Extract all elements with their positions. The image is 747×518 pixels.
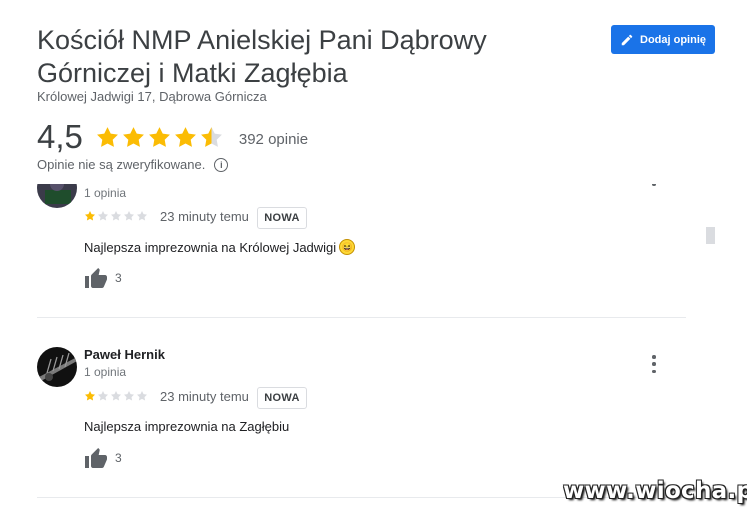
review-stars [84, 210, 148, 222]
like-count: 3 [115, 271, 122, 285]
like-button[interactable]: 3 [84, 267, 122, 289]
review-text-content: Najlepsza imprezownia na Zagłębiu [84, 419, 290, 434]
star-icon [111, 211, 121, 221]
star-icon [200, 126, 222, 147]
place-title: Kościół NMP Anielskiej Pani Dąbrowy Górn… [37, 25, 487, 88]
review-text: Najlepsza imprezownia na Zagłębiu [84, 419, 289, 434]
info-icon[interactable]: i [214, 157, 229, 172]
star-icon [85, 391, 95, 401]
star-icon [98, 391, 108, 401]
laughing-emoji-icon: 😆 [339, 239, 356, 255]
star-icon [137, 211, 147, 221]
pencil-icon [621, 34, 633, 45]
review-text: Najlepsza imprezownia na Królowej Jadwig… [84, 239, 356, 255]
reviewer-name[interactable]: Paweł Hernik [84, 347, 165, 362]
star-icon [98, 211, 108, 221]
divider [37, 317, 686, 318]
rating-stars [95, 125, 224, 150]
star-icon [174, 126, 196, 147]
review-count-link[interactable]: 392 opinie [239, 131, 308, 148]
star-icon [137, 391, 147, 401]
review-text-content: Najlepsza imprezownia na Królowej Jadwig… [84, 239, 337, 255]
new-badge: NOWA [257, 207, 307, 229]
verification-note: Opinie nie są zweryfikowane. i [37, 157, 229, 172]
star-icon [111, 391, 121, 401]
add-review-button[interactable]: Dodaj opinię [611, 25, 715, 54]
like-button[interactable]: 3 [84, 447, 122, 469]
star-icon [122, 126, 144, 147]
rating-summary: 4,5 392 opinie [37, 118, 308, 156]
star-icon [148, 126, 170, 147]
review-stars [84, 390, 148, 402]
thumbs-up-icon [85, 268, 107, 288]
more-options-icon[interactable] [649, 355, 659, 373]
new-badge: NOWA [257, 387, 307, 409]
star-icon [124, 391, 134, 401]
review-time: 23 minuty temu [160, 209, 249, 224]
add-review-label: Dodaj opinię [640, 33, 706, 46]
review-item: 1 opinia 23 minuty temu NOWA Najlepsza i… [0, 184, 747, 319]
thumbs-up-icon [85, 448, 107, 468]
rating-value: 4,5 [37, 118, 83, 155]
star-icon [96, 126, 118, 147]
avatar[interactable] [37, 347, 77, 387]
more-options-icon[interactable] [649, 184, 659, 188]
star-icon [85, 211, 95, 221]
like-count: 3 [115, 451, 122, 465]
star-icon [124, 211, 134, 221]
verification-text: Opinie nie są zweryfikowane. [37, 157, 206, 172]
review-time: 23 minuty temu [160, 389, 249, 404]
reviews-list: 1 opinia 23 minuty temu NOWA Najlepsza i… [0, 184, 747, 518]
reviewer-review-count[interactable]: 1 opinia [84, 186, 126, 200]
avatar[interactable] [37, 184, 77, 208]
reviewer-review-count[interactable]: 1 opinia [84, 365, 126, 379]
place-address: Królowej Jadwigi 17, Dąbrowa Górnicza [37, 89, 267, 104]
watermark: www.wiocha.pl [563, 478, 747, 504]
